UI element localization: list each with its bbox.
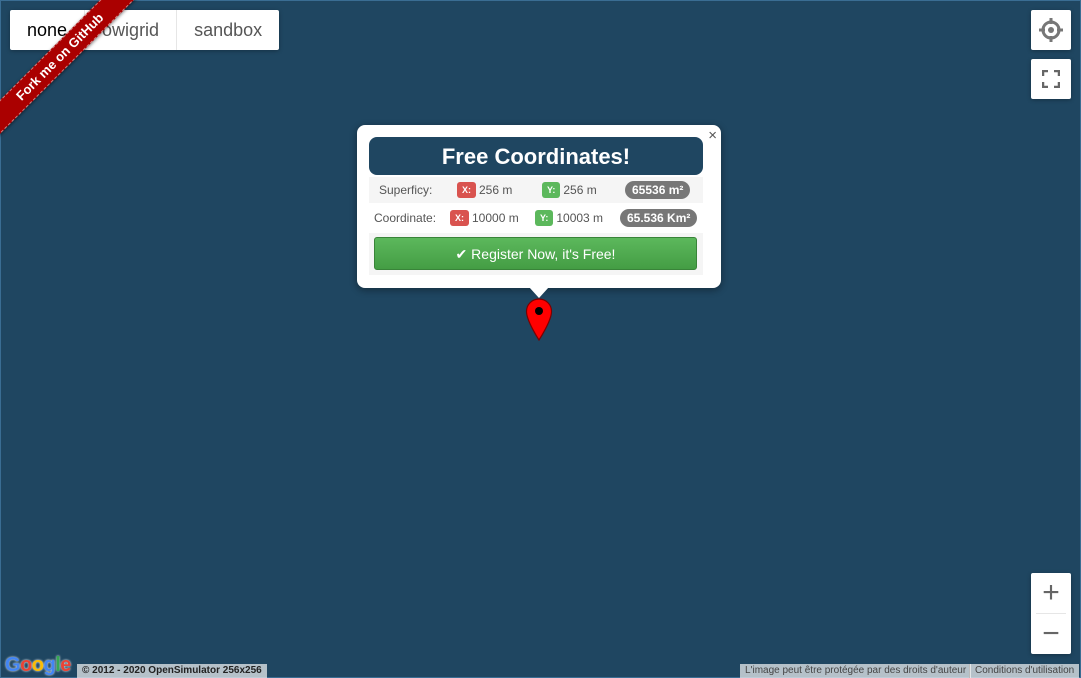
google-logo[interactable]: Google <box>5 654 71 677</box>
crosshair-icon <box>1039 18 1063 42</box>
zoom-in-button[interactable]: + <box>1031 573 1071 613</box>
superficy-row: Superficy: X: 256 m Y: 256 m 65536 m² <box>369 177 703 203</box>
coordinate-label: Coordinate: <box>374 211 437 225</box>
coordinate-total: 65.536 Km² <box>620 205 698 231</box>
superficy-x-value: 256 m <box>479 183 513 197</box>
github-ribbon[interactable]: Fork me on GitHub <box>0 0 147 144</box>
register-label: Register Now, it's Free! <box>471 246 616 262</box>
fullscreen-button[interactable] <box>1031 59 1071 99</box>
info-title: Free Coordinates! <box>369 137 703 175</box>
close-icon[interactable]: × <box>708 127 717 144</box>
coordinate-x-value: 10000 m <box>472 211 519 225</box>
image-notice-link[interactable]: L'image peut être protégée par des droit… <box>740 664 972 678</box>
zoom-out-button[interactable]: − <box>1031 614 1071 654</box>
info-window: × Free Coordinates! Superficy: X: 256 m Y… <box>357 125 721 288</box>
locate-button[interactable] <box>1031 10 1071 50</box>
coordinate-y-value: 10003 m <box>556 211 604 225</box>
superficy-y: Y: 256 m <box>542 177 597 203</box>
superficy-y-value: 256 m <box>563 183 597 197</box>
superficy-x: X: 256 m <box>457 177 512 203</box>
check-icon: ✔ <box>455 246 468 262</box>
coordinate-y: Y: 10003 m <box>535 205 603 231</box>
zoom-control: + − <box>1031 573 1071 654</box>
coordinate-row: Coordinate: X: 10000 m Y: 10003 m 65.536 K… <box>369 205 703 231</box>
copyright-text: © 2012 - 2020 OpenSimulator 256x256 <box>77 664 267 678</box>
fullscreen-icon <box>1042 70 1060 88</box>
terms-link[interactable]: Conditions d'utilisation <box>969 664 1080 678</box>
y-tag: Y: <box>542 182 561 198</box>
y-tag: Y: <box>535 210 554 226</box>
github-ribbon-wrap: Fork me on GitHub <box>0 0 150 150</box>
superficy-total: 65536 m² <box>625 177 691 203</box>
register-button[interactable]: ✔ Register Now, it's Free! <box>374 237 697 270</box>
map-type-sandbox[interactable]: sandbox <box>176 10 279 50</box>
coordinate-total-badge: 65.536 Km² <box>620 209 698 227</box>
info-window-tail <box>529 287 549 298</box>
coordinate-x: X: 10000 m <box>450 205 519 231</box>
map-marker-icon[interactable] <box>525 298 553 342</box>
superficy-total-badge: 65536 m² <box>625 181 691 199</box>
x-tag: X: <box>450 210 469 226</box>
superficy-label: Superficy: <box>379 183 433 197</box>
x-tag: X: <box>457 182 476 198</box>
